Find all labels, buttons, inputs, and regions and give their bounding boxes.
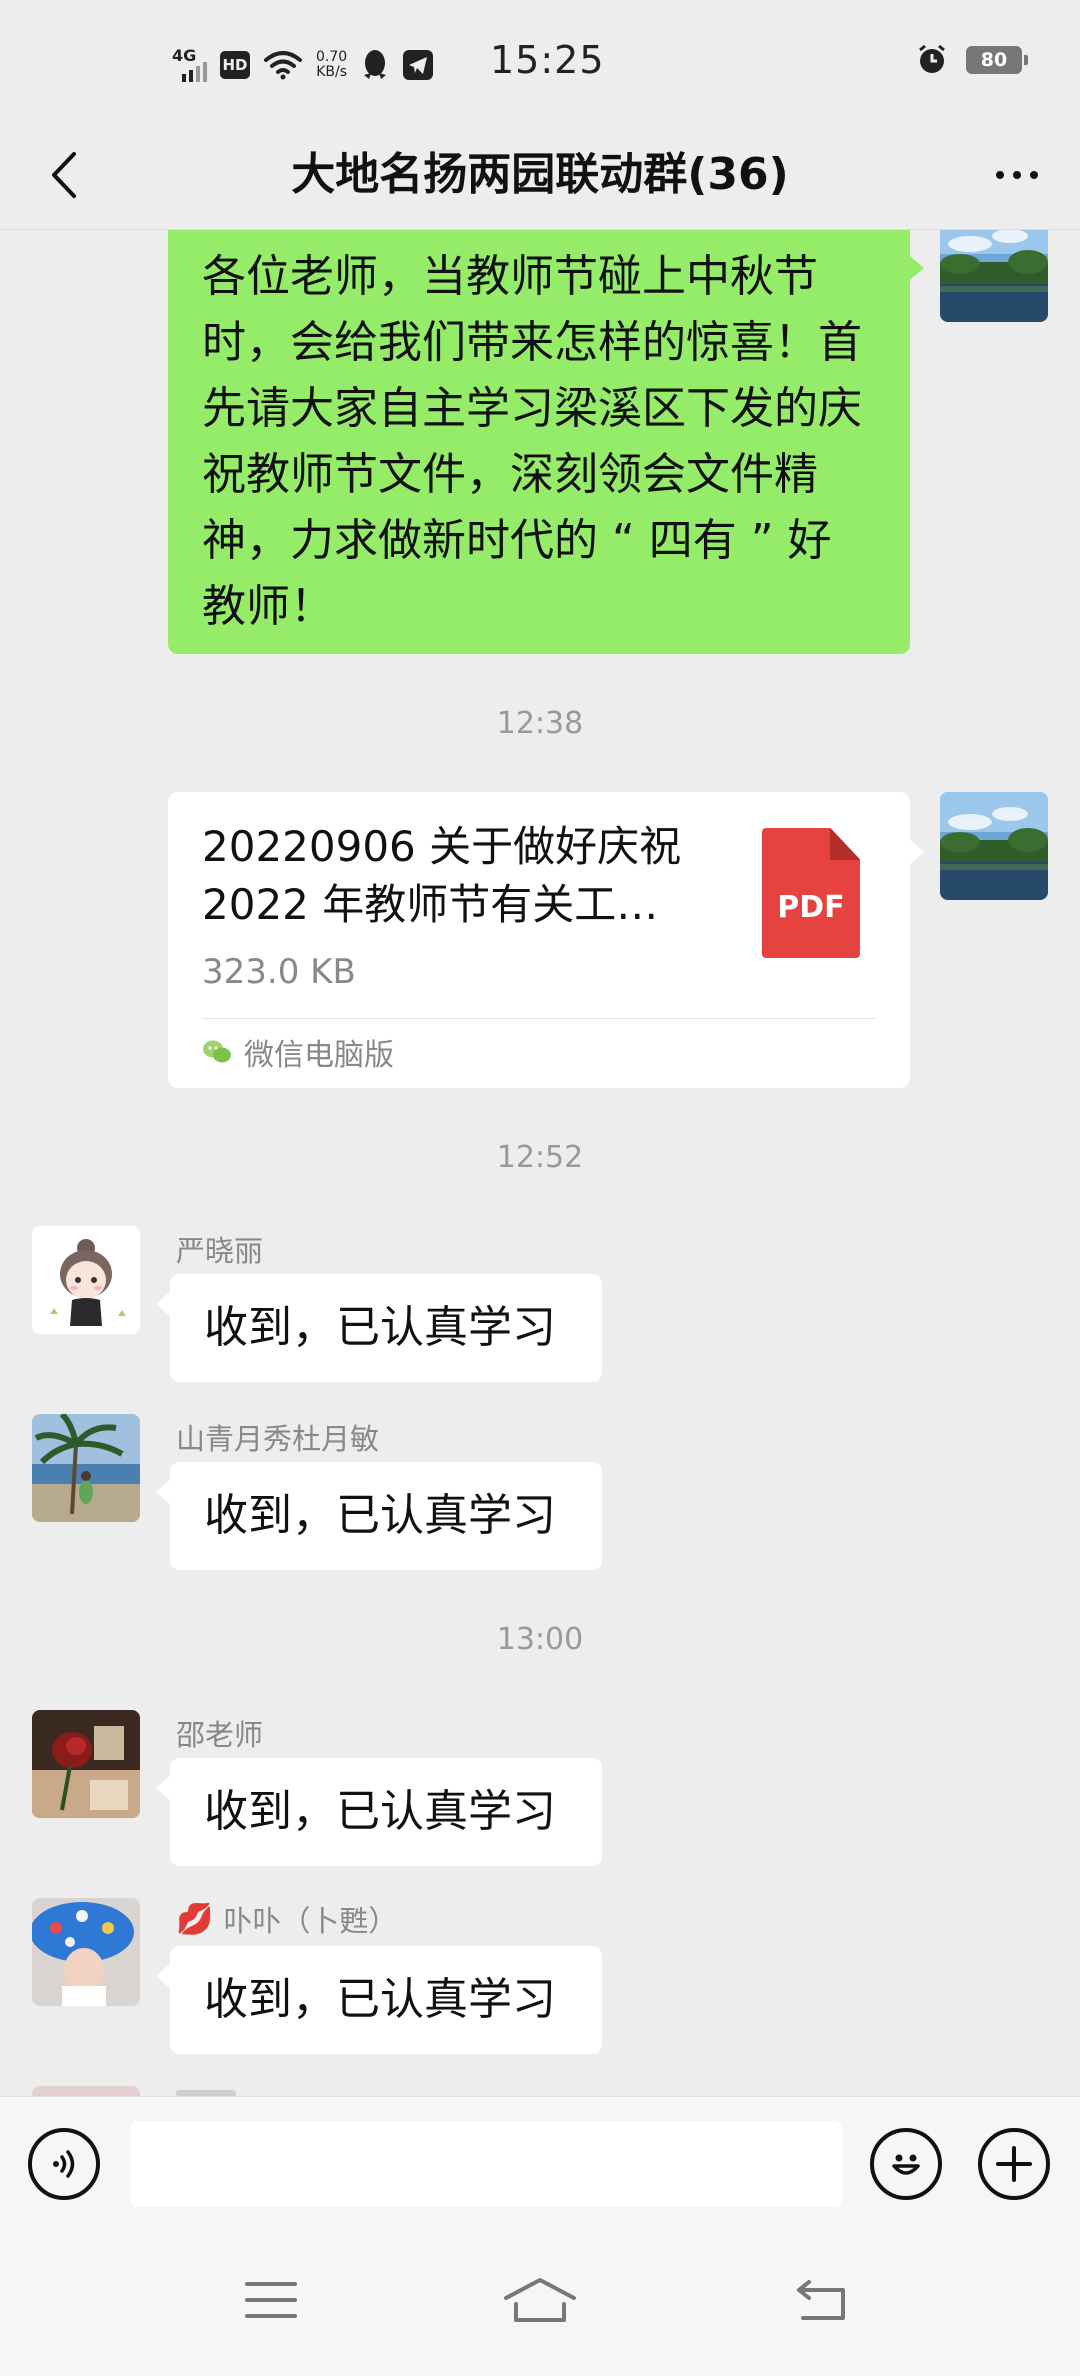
file-divider xyxy=(202,1018,876,1019)
message-text-line: 各位老师，当教师节碰上中秋节 xyxy=(202,251,818,302)
hd-badge: HD xyxy=(220,51,250,79)
sender-name: 卟卟（卜甦） xyxy=(223,1904,398,1938)
message-text-line: 神，力求做新时代的 “ 四有 ” 好 xyxy=(202,515,832,566)
cartoon-girl-avatar-image xyxy=(32,1226,140,1334)
incoming-message-bubble[interactable]: 收到，已认真学习 xyxy=(170,1758,602,1866)
file-source: 微信电脑版 xyxy=(244,1038,394,1073)
emoji-icon xyxy=(892,2154,920,2175)
emoji-button[interactable] xyxy=(870,2128,942,2200)
qq-icon xyxy=(364,50,387,79)
pdf-label: PDF xyxy=(777,890,845,925)
speed-unit: KB/s xyxy=(316,64,347,80)
own-avatar[interactable] xyxy=(940,792,1048,900)
more-dots-icon xyxy=(996,171,1038,179)
system-nav-bar xyxy=(0,2230,1080,2376)
battery-icon: 80 xyxy=(966,46,1028,74)
file-name-line: 2022 年教师节有关工… xyxy=(202,880,659,929)
back-arrow-icon xyxy=(52,152,76,198)
battery-level: 80 xyxy=(980,49,1008,71)
wechat-group-chat-screen: 4G HD 0.70 KB/s 15:25 80 大地名扬两园联动群(36) 各… xyxy=(0,0,1080,2376)
message-text-line: 时，会给我们带来怎样的惊喜！首 xyxy=(202,317,862,368)
more-button[interactable] xyxy=(982,142,1052,208)
incoming-message-bubble[interactable]: 收到，已认真学习 xyxy=(170,1274,602,1382)
timestamp: 12:52 xyxy=(496,1140,584,1175)
message-text: 收到，已认真学习 xyxy=(204,1490,556,1541)
own-message-bubble[interactable]: 各位老师，当教师节碰上中秋节 时，会给我们带来怎样的惊喜！首 先请大家自主学习梁… xyxy=(168,230,910,654)
pdf-file-icon: PDF xyxy=(762,828,860,958)
sender-name: 山青月秀杜月敏 xyxy=(176,1422,380,1456)
red-rose-avatar-image xyxy=(32,1710,140,1818)
timestamp: 12:38 xyxy=(496,706,584,741)
more-functions-button[interactable] xyxy=(978,2128,1050,2200)
sender-name: 严晓丽 xyxy=(176,1234,264,1268)
chat-header: 大地名扬两园联动群(36) xyxy=(0,120,1080,230)
palm-tree-beach-avatar-image xyxy=(32,1414,140,1522)
timestamp: 13:00 xyxy=(496,1622,584,1657)
nav-back-button[interactable] xyxy=(778,2270,868,2330)
sender-avatar[interactable] xyxy=(32,1414,140,1522)
sender-name: 邵老师 xyxy=(176,1718,264,1752)
status-left: 4G HD 0.70 KB/s xyxy=(172,40,434,90)
sender-avatar[interactable] xyxy=(32,1226,140,1334)
cellular-signal-icon: 4G xyxy=(172,48,207,82)
clock: 15:25 xyxy=(490,38,605,82)
message-text-line: 祝教师节文件，深刻领会文件精 xyxy=(202,449,818,500)
message-text: 收到，已认真学习 xyxy=(204,1302,556,1353)
bubble-tail xyxy=(156,1292,170,1316)
sender-avatar[interactable] xyxy=(32,1710,140,1818)
message-text-line: 教师！ xyxy=(202,581,334,632)
home-icon xyxy=(504,2278,576,2322)
status-bar: 4G HD 0.70 KB/s 15:25 80 xyxy=(0,0,1080,120)
bubble-tail xyxy=(156,1480,170,1504)
blue-hat-girl-avatar-image xyxy=(32,1898,140,2006)
message-text-line: 先请大家自主学习梁溪区下发的庆 xyxy=(202,383,862,434)
message-text: 收到，已认真学习 xyxy=(204,1786,556,1837)
sender-avatar-partial[interactable] xyxy=(32,2086,140,2096)
file-message-card[interactable]: 20220906 关于做好庆祝 2022 年教师节有关工… 323.0 KB P… xyxy=(168,792,910,1088)
landscape-avatar-image xyxy=(940,792,1048,900)
back-icon xyxy=(797,2280,845,2320)
lips-emoji-icon: 💋 xyxy=(176,1901,214,1937)
menu-icon xyxy=(245,2282,297,2318)
file-size: 323.0 KB xyxy=(202,952,356,992)
message-list[interactable]: 各位老师，当教师节碰上中秋节 时，会给我们带来怎样的惊喜！首 先请大家自主学习梁… xyxy=(0,230,1080,2096)
nav-menu-button[interactable] xyxy=(226,2270,316,2330)
landscape-avatar-image xyxy=(940,230,1048,322)
message-text: 收到，已认真学习 xyxy=(204,1974,556,2025)
bubble-tail xyxy=(156,1776,170,1800)
alarm-icon xyxy=(919,44,945,73)
network-speed: 0.70 KB/s xyxy=(316,50,347,80)
sender-name-row: 💋 卟卟（卜甦） xyxy=(176,1898,397,1940)
telegram-icon xyxy=(403,50,434,80)
wechat-logo-icon xyxy=(203,1040,231,1063)
plus-icon xyxy=(996,2146,1032,2182)
back-button[interactable] xyxy=(30,142,96,208)
file-name-line: 20220906 关于做好庆祝 xyxy=(202,822,682,871)
incoming-message-bubble[interactable]: 收到，已认真学习 xyxy=(170,1462,602,1570)
wifi-icon xyxy=(264,51,302,80)
bubble-tail xyxy=(156,1964,170,1988)
sender-avatar[interactable] xyxy=(32,1898,140,2006)
chat-title: 大地名扬两园联动群(36) xyxy=(291,149,789,200)
message-input[interactable] xyxy=(130,2121,842,2207)
voice-icon xyxy=(53,2150,75,2178)
own-avatar[interactable] xyxy=(940,230,1048,322)
status-right: 80 xyxy=(916,44,1028,76)
nav-home-button[interactable] xyxy=(495,2270,585,2330)
voice-button[interactable] xyxy=(28,2128,100,2200)
chat-input-bar xyxy=(0,2096,1080,2230)
speed-value: 0.70 xyxy=(316,49,348,65)
bubble-tail xyxy=(910,256,924,280)
incoming-message-bubble[interactable]: 收到，已认真学习 xyxy=(170,1946,602,2054)
bubble-tail xyxy=(910,840,924,864)
